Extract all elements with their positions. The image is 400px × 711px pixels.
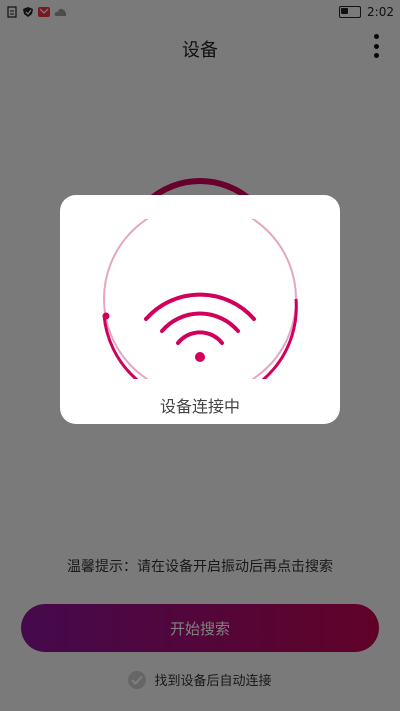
connecting-message: 设备连接中 [159, 397, 240, 416]
connecting-dialog: 设备连接中 [60, 195, 340, 424]
wifi-icon [100, 202, 300, 405]
